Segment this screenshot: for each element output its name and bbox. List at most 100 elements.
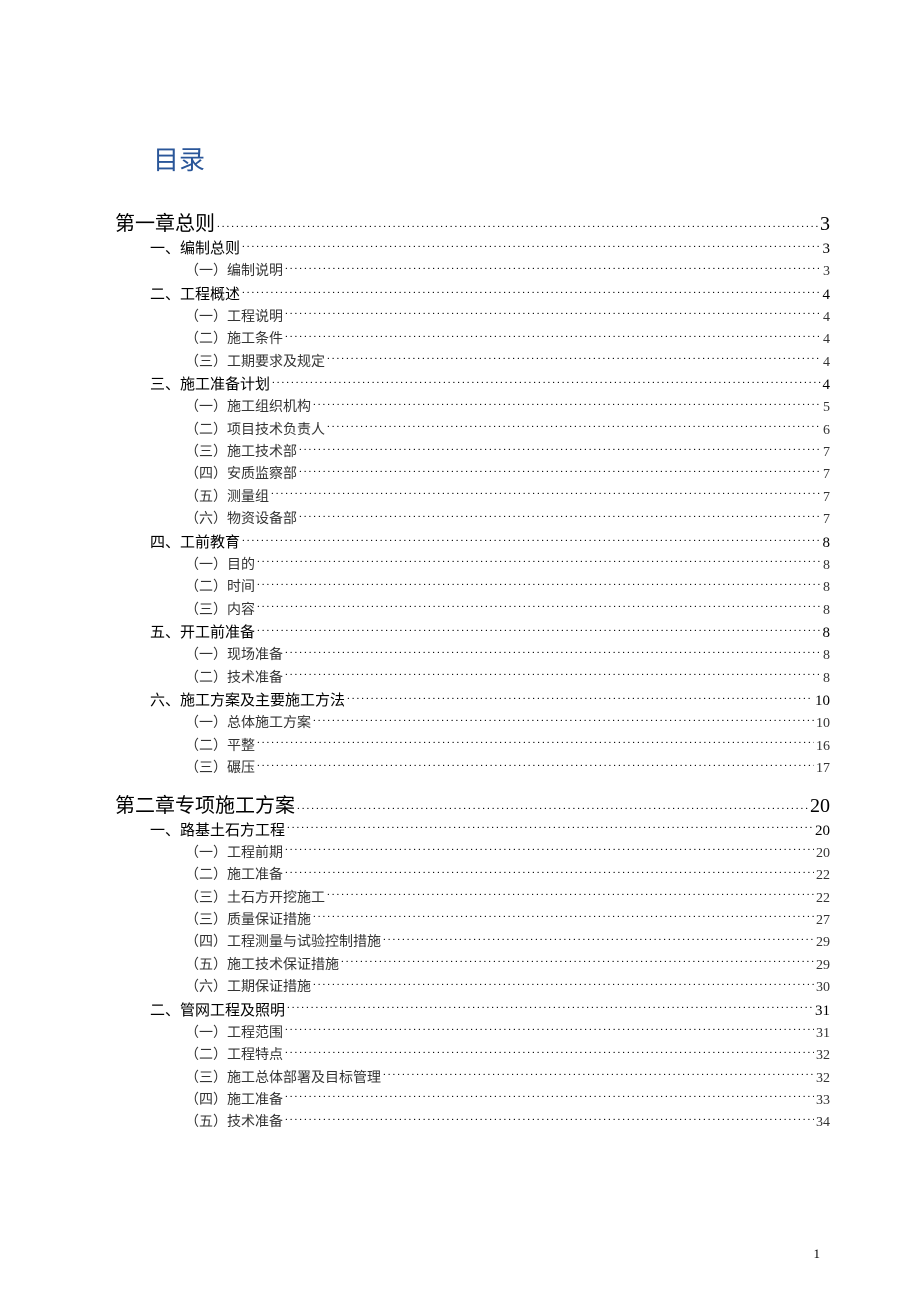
toc-entry-page: 4 [823,307,830,329]
toc-entry-label: （二）项目技术负责人 [185,420,325,442]
toc-entry[interactable]: （四）安质监察部7 [185,464,830,486]
toc-entry[interactable]: 一、编制总则3 [150,238,830,261]
toc-entry[interactable]: （一）总体施工方案 10 [185,713,830,735]
toc-entry[interactable]: （二）技术准备 8 [185,668,830,690]
toc-leader-dots [242,238,820,253]
toc-entry[interactable]: （六）工期保证措施30 [185,977,830,999]
toc-entry[interactable]: （一）编制说明 3 [185,261,830,283]
toc-entry-label: （一）施工组织机构 [185,397,311,419]
toc-leader-dots [287,820,813,835]
toc-entry[interactable]: （二）施工条件 4 [185,329,830,351]
toc-entry[interactable]: （三）工期要求及规定4 [185,352,830,374]
toc-leader-dots [327,352,821,366]
toc-entry-label: 第一章总则 [115,207,215,236]
toc-entry-page: 8 [823,668,830,690]
toc-entry[interactable]: （六）物资设备部7 [185,509,830,531]
toc-entry[interactable]: （五）测量组7 [185,487,830,509]
toc-entry[interactable]: 第二章专项施工方案20 [115,789,830,818]
toc-entry[interactable]: 五、开工前准备8 [150,622,830,645]
toc-leader-dots [285,1090,814,1104]
toc-leader-dots [313,910,814,924]
toc-entry-page: 22 [816,888,830,910]
toc-entry-label: （三）工期要求及规定 [185,352,325,374]
page-number: 1 [814,1246,821,1262]
toc-leader-dots [287,1000,813,1015]
toc-entry[interactable]: 二、管网工程及照明 31 [150,1000,830,1023]
toc-entry[interactable]: （五）技术准备34 [185,1112,830,1134]
toc-entry[interactable]: （一）现场准备 8 [185,645,830,667]
toc-entry-label: 六、施工方案及主要施工方法 [150,690,345,713]
toc-entry[interactable]: （二）项目技术负责人6 [185,420,830,442]
toc-leader-dots [257,555,821,569]
toc-entry-label: （一）工程说明 [185,307,283,329]
toc-leader-dots [272,374,820,389]
toc-entry[interactable]: （四）工程测量与试验控制措施29 [185,932,830,954]
toc-leader-dots [313,397,821,411]
toc-entry[interactable]: （一）目的8 [185,555,830,577]
toc-entry-label: （三）土石方开挖施工 [185,888,325,910]
toc-leader-dots [285,261,821,275]
toc-entry-page: 20 [810,795,830,818]
toc-leader-dots [299,464,821,478]
toc-entry-label: 二、管网工程及照明 [150,1000,285,1023]
toc-entry-label: （一）总体施工方案 [185,713,311,735]
toc-entry-label: 四、工前教育 [150,532,240,555]
toc-entry-label: （五）技术准备 [185,1112,283,1134]
toc-entry[interactable]: （一）工程前期20 [185,843,830,865]
toc-entry-page: 8 [823,645,830,667]
toc-entry[interactable]: （二）时间8 [185,577,830,599]
toc-entry[interactable]: （五）施工技术保证措施 29 [185,955,830,977]
toc-entry-page: 29 [816,955,830,977]
toc-entry-page: 3 [823,261,830,283]
toc-leader-dots [347,690,813,705]
toc-entry[interactable]: （二）工程特点32 [185,1045,830,1067]
toc-entry-page: 31 [815,1000,830,1023]
toc-entry-page: 29 [816,932,830,954]
toc-entry-label: （一）编制说明 [185,261,283,283]
toc-entry-page: 4 [823,329,830,351]
toc-entry[interactable]: 四、工前教育8 [150,532,830,555]
toc-entry-label: （二）施工条件 [185,329,283,351]
toc-leader-dots [285,843,814,857]
toc-entry[interactable]: 一、路基土石方工程20 [150,820,830,843]
toc-entry[interactable]: 二、工程概述4 [150,284,830,307]
toc-entry[interactable]: （四）施工准备33 [185,1090,830,1112]
toc-entry-label: 二、工程概述 [150,284,240,307]
toc-entry-label: （二）技术准备 [185,668,283,690]
toc-entry[interactable]: （一）施工组织机构5 [185,397,830,419]
toc-entry-label: （六）工期保证措施 [185,977,311,999]
toc-entry[interactable]: （二）施工准备22 [185,865,830,887]
toc-entry-label: （一）现场准备 [185,645,283,667]
toc-entry[interactable]: （三）施工总体部署及目标管理32 [185,1068,830,1090]
toc-entry[interactable]: （三）施工技术部7 [185,442,830,464]
toc-leader-dots [299,509,821,523]
toc-entry-label: 五、开工前准备 [150,622,255,645]
toc-entry-label: （一）工程范围 [185,1023,283,1045]
toc-entry-page: 10 [816,713,830,735]
toc-entry[interactable]: （二）平整16 [185,736,830,758]
toc-entry[interactable]: 第一章总则 3 [115,207,830,236]
toc-entry[interactable]: （三）质量保证措施27 [185,910,830,932]
toc-entry[interactable]: （一）工程说明 4 [185,307,830,329]
toc-entry-page: 8 [823,555,830,577]
toc-entry-page: 7 [823,509,830,531]
toc-entry[interactable]: （三）碾压17 [185,758,830,780]
toc-entry-page: 8 [823,600,830,622]
toc-leader-dots [341,955,814,969]
toc-entry-label: （四）施工准备 [185,1090,283,1112]
toc-leader-dots [257,622,820,637]
toc-entry-label: （五）施工技术保证措施 [185,955,339,977]
toc-entry-label: （三）施工技术部 [185,442,297,464]
toc-entry[interactable]: 三、施工准备计划4 [150,374,830,397]
toc-entry[interactable]: （一）工程范围31 [185,1023,830,1045]
toc-entry-page: 4 [823,374,831,397]
toc-entry-label: （三）内容 [185,600,255,622]
toc-entry-label: 一、编制总则 [150,238,240,261]
toc-entry-page: 3 [820,213,830,236]
toc-entry[interactable]: （三）内容 8 [185,600,830,622]
toc-leader-dots [285,645,821,659]
toc-entry[interactable]: （三）土石方开挖施工 22 [185,888,830,910]
toc-entry[interactable]: 六、施工方案及主要施工方法10 [150,690,830,713]
toc-leader-dots [313,977,814,991]
toc-entry-page: 22 [816,865,830,887]
